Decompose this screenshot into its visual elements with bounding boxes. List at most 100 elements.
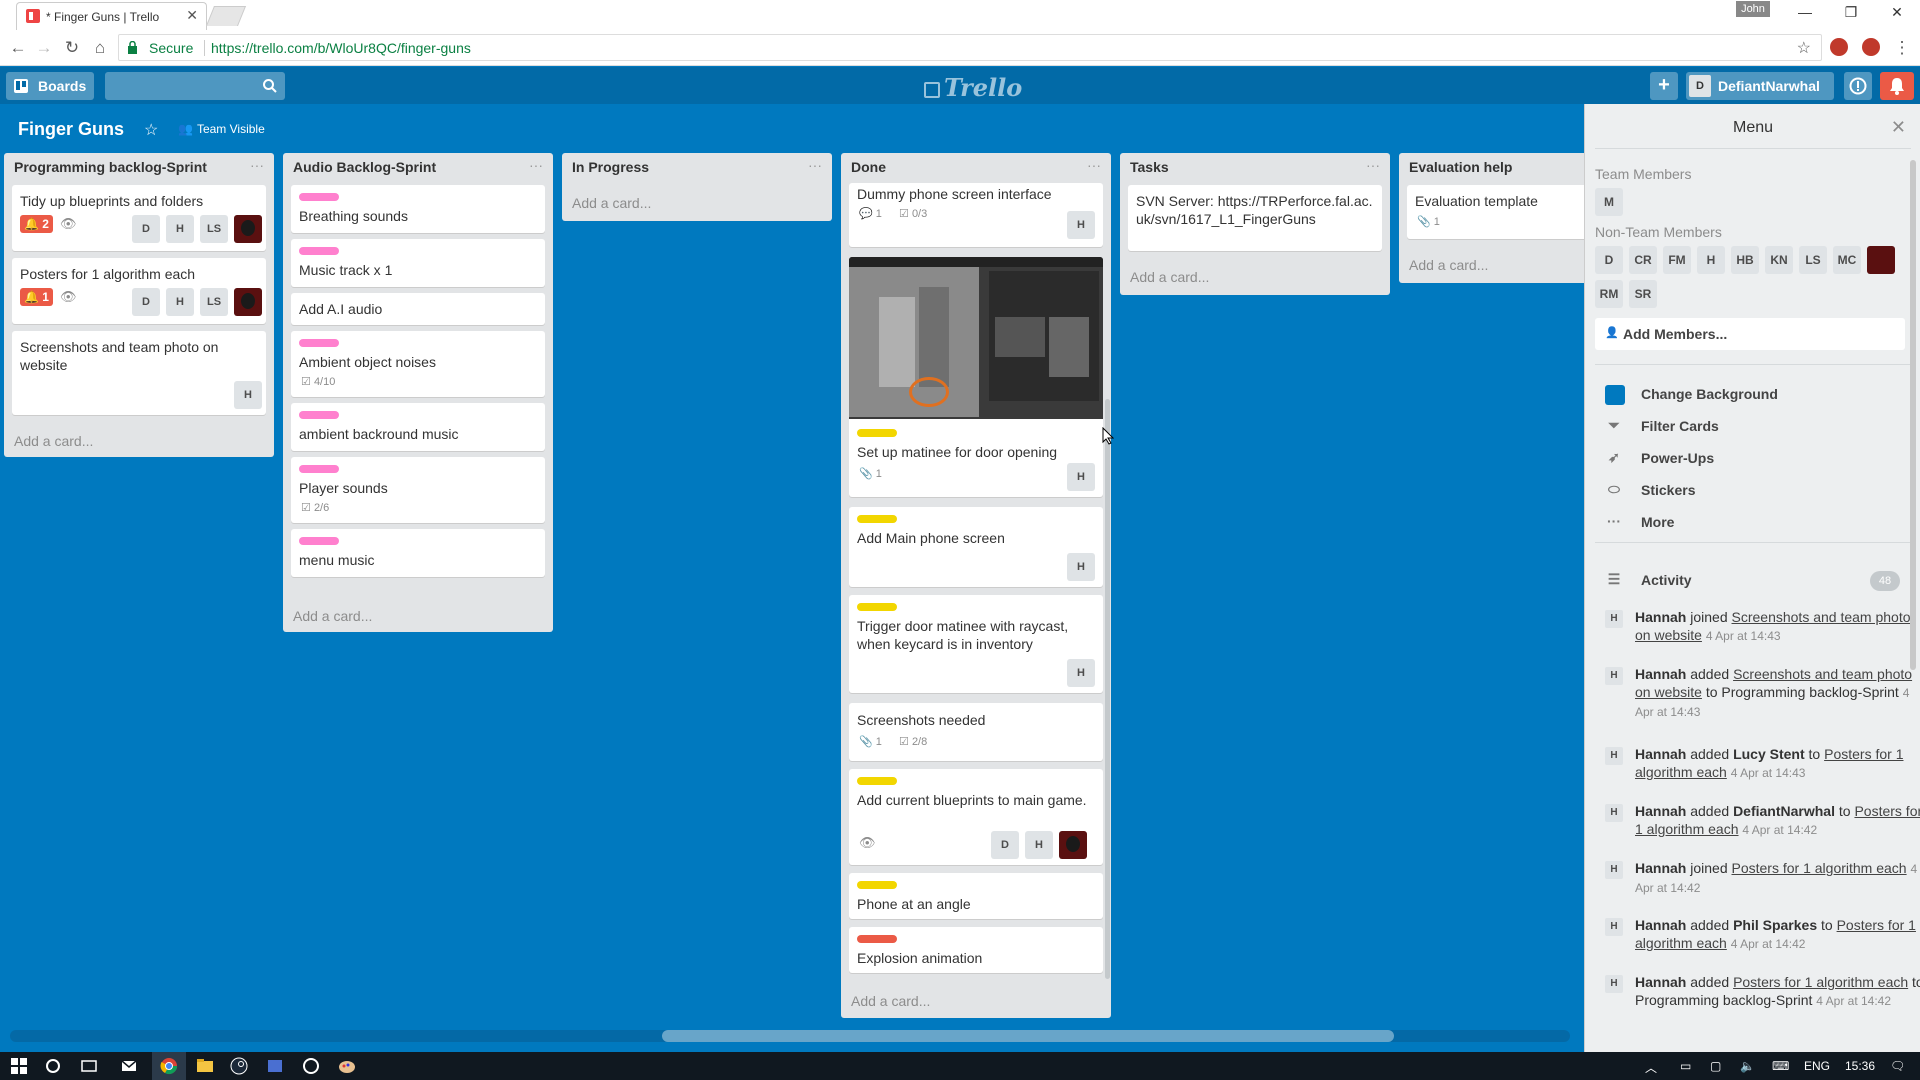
member-avatar[interactable]: H <box>1067 463 1095 491</box>
steam-icon[interactable] <box>230 1057 248 1075</box>
member-avatar[interactable]: H <box>1067 659 1095 687</box>
list-title[interactable]: In Progress <box>572 159 649 175</box>
add-card-button[interactable]: Add a card... <box>851 993 930 1009</box>
file-explorer-icon[interactable] <box>196 1057 214 1075</box>
member-avatar[interactable]: H <box>1067 553 1095 581</box>
member-avatar[interactable]: D <box>1595 246 1623 274</box>
add-members-button[interactable]: 👤 Add Members... <box>1595 318 1905 350</box>
browser-tab[interactable]: * Finger Guns | Trello ✕ <box>16 2 207 30</box>
boards-button[interactable]: Boards <box>6 72 94 100</box>
chrome-taskbar-active[interactable] <box>152 1052 186 1080</box>
member-avatar[interactable]: H <box>166 215 194 243</box>
unreal-icon[interactable] <box>302 1057 320 1075</box>
paint-icon[interactable] <box>338 1057 356 1075</box>
address-bar[interactable]: Secure https://trello.com/b/WloUr8QC/fin… <box>118 34 1822 61</box>
add-card-button[interactable]: Add a card... <box>1409 257 1488 273</box>
card[interactable]: Add current blueprints to main game. 👁 D… <box>849 769 1103 865</box>
list-menu-icon[interactable]: ··· <box>250 157 264 173</box>
team-member-avatar[interactable]: M <box>1595 188 1623 216</box>
list-scrollbar[interactable] <box>1105 399 1110 979</box>
windows-start-icon[interactable] <box>10 1057 28 1075</box>
close-menu-icon[interactable]: ✕ <box>1891 117 1906 138</box>
extension-icon[interactable] <box>1830 38 1848 56</box>
board-title[interactable]: Finger Guns <box>18 119 124 140</box>
member-avatar[interactable]: D <box>132 215 160 243</box>
new-tab-button[interactable] <box>205 6 247 26</box>
list-title[interactable]: Done <box>851 159 886 175</box>
menu-scrollbar[interactable] <box>1910 160 1916 670</box>
card[interactable]: Set up matinee for door opening 📎 1 H <box>849 257 1103 497</box>
member-photo-avatar[interactable] <box>234 288 262 316</box>
list-menu-icon[interactable]: ··· <box>1087 157 1101 173</box>
card[interactable]: Trigger door matinee with raycast, when … <box>849 595 1103 693</box>
card[interactable]: Dummy phone screen interface 💬 1 ☑ 0/3 H <box>849 183 1103 247</box>
member-avatar[interactable]: CR <box>1629 246 1657 274</box>
member-avatar[interactable]: H <box>1697 246 1725 274</box>
create-button[interactable]: + <box>1650 72 1678 100</box>
adblock-icon[interactable] <box>1862 38 1880 56</box>
list-menu-icon[interactable]: ··· <box>1366 157 1380 173</box>
back-icon[interactable]: ← <box>8 38 28 58</box>
profile-badge[interactable]: John <box>1736 1 1770 17</box>
member-avatar[interactable]: H <box>234 381 262 409</box>
chrome-menu-icon[interactable]: ⋮ <box>1892 38 1912 58</box>
member-avatar[interactable]: RM <box>1595 280 1623 308</box>
task-view-icon[interactable] <box>80 1057 98 1075</box>
card[interactable]: Screenshots needed 📎 1 ☑ 2/8 <box>849 703 1103 761</box>
card[interactable]: Breathing sounds <box>291 185 545 233</box>
bookmark-star-icon[interactable]: ☆ <box>1797 38 1811 58</box>
card[interactable]: ambient backround music <box>291 403 545 451</box>
add-card-button[interactable]: Add a card... <box>293 608 372 624</box>
member-avatar[interactable]: MC <box>1833 246 1861 274</box>
user-menu-button[interactable]: D DefiantNarwhal <box>1686 72 1834 100</box>
card[interactable]: Screenshots and team photo on website H <box>12 331 266 415</box>
list-menu-icon[interactable]: ··· <box>808 157 822 173</box>
network-icon[interactable]: ▢ <box>1710 1059 1721 1073</box>
card[interactable]: Explosion animation <box>849 927 1103 973</box>
member-avatar[interactable]: HB <box>1731 246 1759 274</box>
list-title[interactable]: Evaluation help <box>1409 159 1512 175</box>
member-photo-avatar[interactable] <box>234 215 262 243</box>
card[interactable]: Add A.I audio <box>291 293 545 325</box>
card[interactable]: Music track x 1 <box>291 239 545 287</box>
card[interactable]: menu music <box>291 529 545 577</box>
add-card-button[interactable]: Add a card... <box>14 433 93 449</box>
member-avatar[interactable]: FM <box>1663 246 1691 274</box>
app-icon[interactable] <box>266 1057 284 1075</box>
close-tab-icon[interactable]: ✕ <box>186 7 198 24</box>
volume-icon[interactable]: 🔈 <box>1740 1059 1755 1073</box>
list-title[interactable]: Programming backlog-Sprint <box>14 159 207 175</box>
activity-card-link[interactable]: Posters for 1 algorithm each <box>1732 860 1907 876</box>
add-card-button[interactable]: Add a card... <box>572 195 651 211</box>
info-button[interactable] <box>1844 72 1872 100</box>
list-title[interactable]: Audio Backlog-Sprint <box>293 159 436 175</box>
member-avatar[interactable]: H <box>166 288 194 316</box>
trello-logo[interactable]: Trello <box>924 73 1022 102</box>
member-avatar[interactable]: SR <box>1629 280 1657 308</box>
card[interactable]: Posters for 1 algorithm each 🔔 1 👁 D H L… <box>12 258 266 324</box>
scrollbar-thumb[interactable] <box>662 1030 1394 1042</box>
visibility-button[interactable]: 👥 Team Visible <box>178 122 265 136</box>
member-photo-avatar[interactable] <box>1059 831 1087 859</box>
tray-chevron-icon[interactable]: ︿ <box>1645 1059 1657 1076</box>
reload-icon[interactable]: ↻ <box>62 38 82 58</box>
member-avatar[interactable]: H <box>1025 831 1053 859</box>
board-horizontal-scrollbar[interactable] <box>10 1030 1570 1042</box>
card[interactable]: Phone at an angle <box>849 873 1103 919</box>
clock[interactable]: 15:36 <box>1845 1059 1875 1073</box>
star-icon[interactable]: ☆ <box>144 120 158 140</box>
search-input[interactable] <box>105 72 285 100</box>
restore-icon[interactable]: ❐ <box>1828 0 1874 24</box>
add-card-button[interactable]: Add a card... <box>1130 269 1209 285</box>
keyboard-icon[interactable]: ⌨ <box>1772 1059 1789 1073</box>
activity-card-link[interactable]: Posters for 1 algorithm each <box>1733 974 1908 990</box>
member-avatar[interactable]: D <box>991 831 1019 859</box>
card[interactable]: Ambient object noises ☑ 4/10 <box>291 331 545 397</box>
list-menu-icon[interactable]: ··· <box>529 157 543 173</box>
card[interactable]: Player sounds ☑ 2/6 <box>291 457 545 523</box>
member-avatar[interactable]: D <box>132 288 160 316</box>
member-avatar[interactable]: LS <box>200 215 228 243</box>
member-avatar[interactable]: H <box>1067 211 1095 239</box>
notification-center-icon[interactable]: 🗨 <box>1890 1059 1905 1073</box>
member-avatar[interactable]: LS <box>1799 246 1827 274</box>
